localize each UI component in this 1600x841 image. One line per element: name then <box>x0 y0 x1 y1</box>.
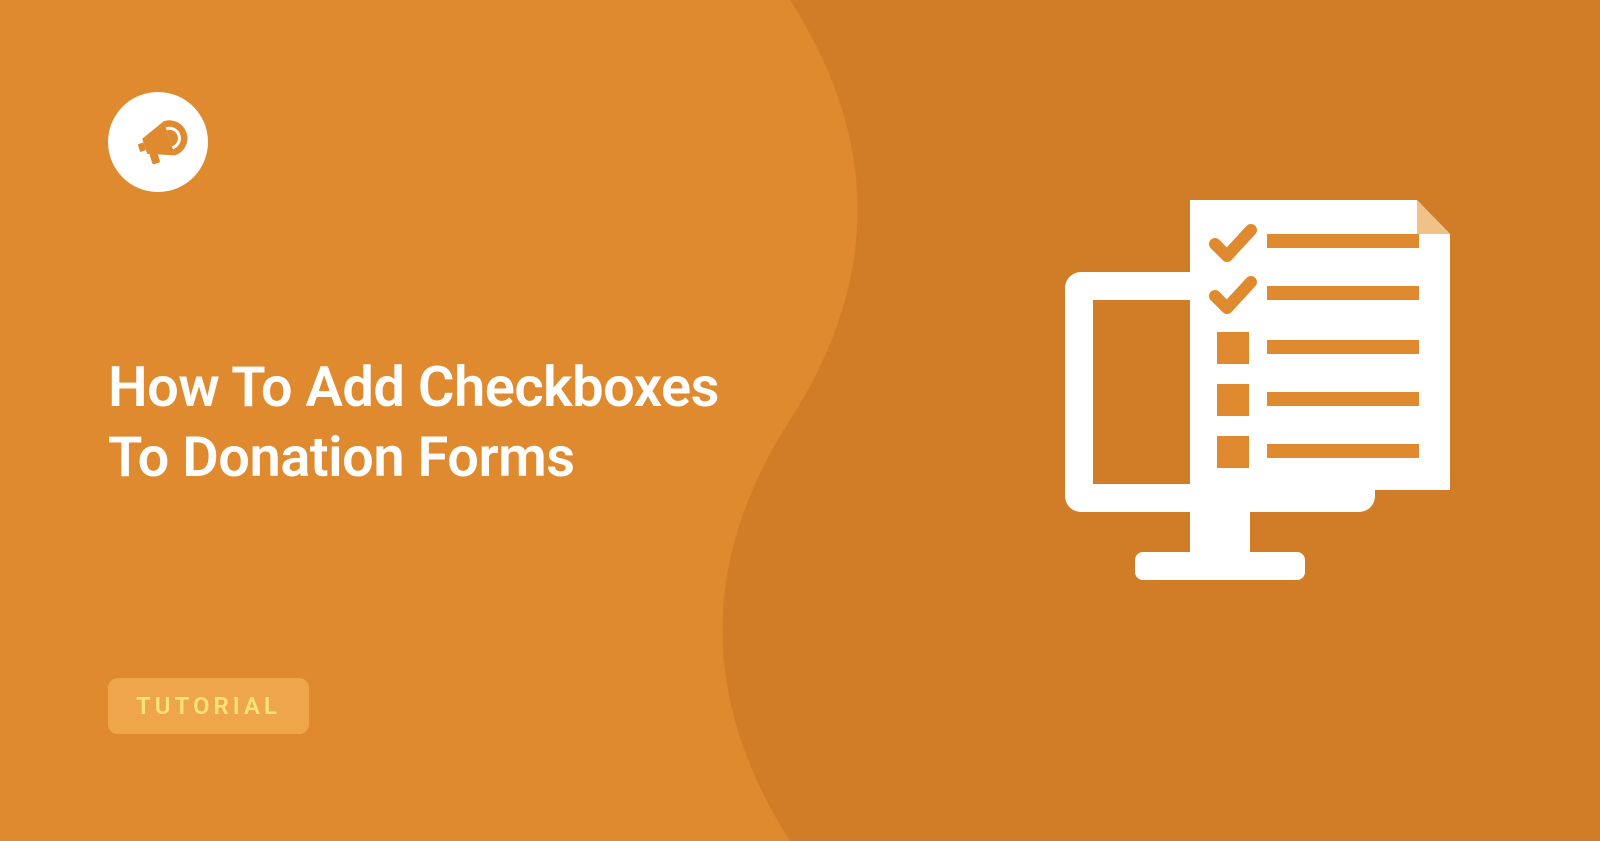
brand-logo <box>108 92 208 192</box>
title-line-1: How To Add Checkboxes <box>108 354 719 420</box>
checklist-monitor-icon <box>1045 192 1465 612</box>
megaphone-icon <box>128 112 188 172</box>
title-line-2: To Donation Forms <box>108 424 575 490</box>
page-title: How To Add Checkboxes To Donation Forms <box>108 352 719 492</box>
badge-label: TUTORIAL <box>136 692 281 720</box>
category-badge: TUTORIAL <box>108 678 309 734</box>
